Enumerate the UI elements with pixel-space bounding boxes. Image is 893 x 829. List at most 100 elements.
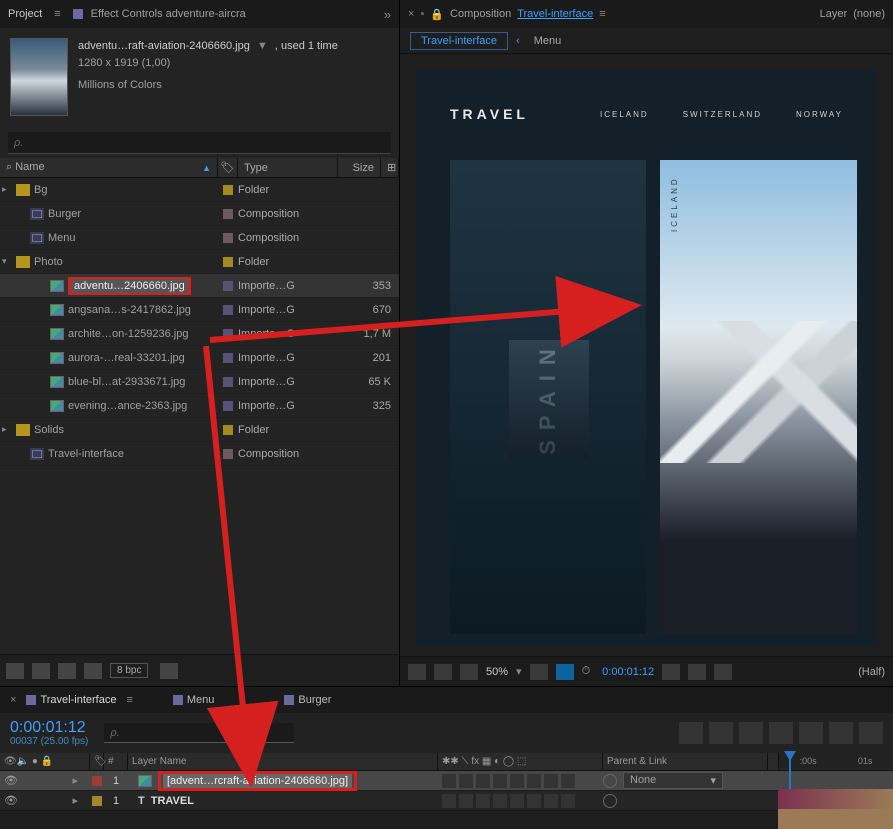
timeline-layer-bar[interactable] [778,809,893,829]
draft3d-icon[interactable] [739,722,763,744]
label-swatch[interactable] [223,377,233,387]
composition-viewer[interactable]: TRAVEL ICELAND SWITZERLAND NORWAY SPAIN … [416,70,877,646]
snapshot-icon[interactable] [662,664,680,680]
project-item[interactable]: adventu…2406660.jpg Importe…G 353 [0,274,399,298]
parent-dropdown[interactable]: None▾ [623,772,723,789]
label-swatch[interactable] [223,209,233,219]
frame-blend-icon[interactable] [769,722,793,744]
project-item[interactable]: evening…ance-2363.jpg Importe…G 325 [0,394,399,418]
tab-project[interactable]: Project [8,8,42,20]
column-name[interactable]: ⌕ Name ▲ [0,158,218,177]
timeline-tab[interactable]: Burger [284,694,331,706]
project-item[interactable]: Travel-interface Composition [0,442,399,466]
quality-switch[interactable] [476,774,490,788]
timeline-ruler[interactable]: :00s 01s [778,753,893,769]
motionblur-switch[interactable] [527,794,541,808]
twirl-icon[interactable]: ▸ [18,774,78,787]
magnify-icon[interactable] [408,664,426,680]
pickwhip-icon[interactable] [603,774,617,788]
project-item[interactable]: blue-bl…at-2933671.jpg Importe…G 65 K [0,370,399,394]
panel-menu-icon[interactable]: ≡ [599,8,605,20]
label-swatch[interactable] [223,305,233,315]
zoom-value[interactable]: 50% [486,666,508,678]
column-size[interactable]: Size [338,158,381,177]
visibility-icon[interactable]: 👁 [4,774,18,787]
breadcrumb-back-icon[interactable]: ‹ [512,35,524,47]
shy-switch[interactable] [442,774,456,788]
resolution-dropdown[interactable]: (Half) [858,666,885,678]
motionblur-switch[interactable] [527,774,541,788]
twirl-icon[interactable]: ▸ [18,794,78,807]
project-item[interactable]: archite…on-1259236.jpg Importe…G 1,7 M [0,322,399,346]
adjustment-switch[interactable] [544,774,558,788]
layer-name-column-header[interactable]: Layer Name [128,753,438,770]
label-swatch[interactable] [223,281,233,291]
comp-flowchart-icon[interactable] [709,722,733,744]
label-swatch[interactable] [223,425,233,435]
vr-icon[interactable] [460,664,478,680]
tab-effect-controls[interactable]: Effect Controls adventure-aircra [91,8,246,20]
close-tab-icon[interactable]: × [408,8,414,20]
project-item[interactable]: ▸ Bg Folder [0,178,399,202]
project-item[interactable]: Menu Composition [0,226,399,250]
label-swatch[interactable] [92,776,102,786]
project-item[interactable]: ▸ Solids Folder [0,418,399,442]
timeline-tab[interactable]: Travel-interface [26,694,116,706]
frameblend-switch[interactable] [510,774,524,788]
parent-column-header[interactable]: Parent & Link [603,753,768,770]
mask-toggle-icon[interactable] [556,664,574,680]
collapse-switch[interactable] [459,774,473,788]
breadcrumb-item[interactable]: Menu [528,35,562,47]
disclosure-icon[interactable]: ▸ [2,424,12,435]
timeline-timecode[interactable]: 0:00:01:12 [10,720,88,736]
viewer-timecode[interactable]: 0:00:01:12 [602,666,654,678]
motion-blur-icon[interactable] [799,722,823,744]
project-item[interactable]: angsana…s-2417862.jpg Importe…G 670 [0,298,399,322]
frameblend-switch[interactable] [510,794,524,808]
timeline-layer-row[interactable]: 👁 ▸ 1 [advent…rcraft-aviation-2406660.jp… [0,771,893,791]
label-swatch[interactable] [223,185,233,195]
close-tab-icon[interactable]: × [10,694,16,706]
label-swatch[interactable] [223,257,233,267]
brainstorm-icon[interactable] [859,722,883,744]
timeline-tab[interactable]: Menu [173,694,215,706]
asset-thumbnail[interactable] [10,38,68,116]
panel-overflow-icon[interactable]: » [384,7,391,22]
label-swatch[interactable] [92,796,102,806]
lock-icon[interactable]: 🔒 [430,8,444,21]
adjustment-switch[interactable] [544,794,558,808]
project-item[interactable]: aurora-…real-33201.jpg Importe…G 201 [0,346,399,370]
grid-icon[interactable] [530,664,548,680]
timeline-layer-row[interactable]: 👁 ▸ 1 TTRAVEL [0,791,893,811]
3d-switch[interactable] [561,774,575,788]
label-swatch[interactable] [223,233,233,243]
shy-toggle-icon[interactable] [679,722,703,744]
3d-switch[interactable] [561,794,575,808]
bpc-button[interactable]: 8 bpc [110,663,148,678]
pickwhip-icon[interactable] [603,794,617,808]
fx-switch[interactable] [493,774,507,788]
project-item[interactable]: ▾ Photo Folder [0,250,399,274]
disclosure-icon[interactable]: ▸ [2,184,12,195]
adjust-icon[interactable] [84,663,102,679]
column-flowchart[interactable]: ⊞ [381,158,399,177]
label-swatch[interactable] [223,329,233,339]
graph-editor-icon[interactable] [829,722,853,744]
project-search-input[interactable]: ρ. [8,132,391,154]
column-label[interactable]: 🏷 [218,158,238,177]
zoom-dropdown-icon[interactable]: ▾ [516,665,522,678]
panel-menu-icon[interactable]: ≡ [126,694,132,706]
fx-switch[interactable] [493,794,507,808]
project-item[interactable]: Burger Composition [0,202,399,226]
timeline-layer-bar[interactable] [778,789,893,809]
composition-name-link[interactable]: Travel-interface [517,8,593,20]
new-comp-icon[interactable] [58,663,76,679]
timeline-search-input[interactable]: ρ. [104,723,294,743]
label-swatch[interactable] [223,401,233,411]
label-swatch[interactable] [223,449,233,459]
label-swatch[interactable] [223,353,233,363]
new-folder-icon[interactable] [32,663,50,679]
trash-icon[interactable] [160,663,178,679]
disclosure-icon[interactable]: ▾ [2,256,12,267]
color-mgmt-icon[interactable] [714,664,732,680]
